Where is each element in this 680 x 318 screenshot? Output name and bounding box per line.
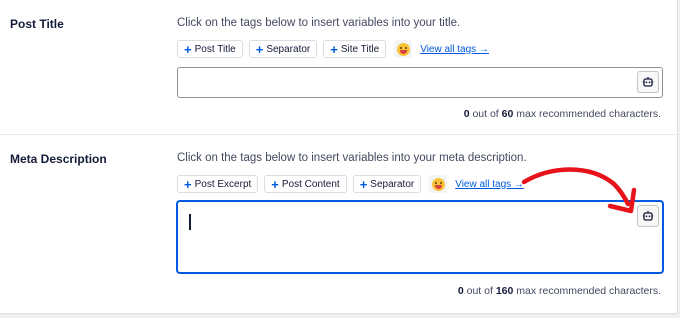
- plus-icon: +: [359, 176, 368, 192]
- meta-description-label: Meta Description: [10, 152, 107, 166]
- seo-settings-panel: Post Title Click on the tags below to in…: [0, 0, 678, 314]
- post-title-input[interactable]: [177, 67, 663, 98]
- plus-icon: +: [255, 41, 264, 57]
- count-max: 60: [501, 108, 514, 120]
- tag-label: Post Excerpt: [194, 178, 252, 190]
- count-mid: out of: [472, 108, 499, 120]
- text-caret: [189, 214, 191, 230]
- meta-description-tags: + Post Excerpt + Post Content + Separator V…: [177, 175, 524, 193]
- tag-label: Separator: [370, 178, 415, 190]
- post-title-label: Post Title: [10, 17, 64, 31]
- ai-generate-button[interactable]: [637, 71, 659, 93]
- post-title-tags: + Post Title + Separator + Site Title View …: [177, 40, 489, 58]
- tag-label: Post Title: [194, 43, 236, 55]
- plus-icon: +: [330, 41, 338, 57]
- red-arrow-icon: [521, 167, 637, 214]
- robot-icon: [642, 211, 654, 221]
- count-suffix: max recommended characters.: [516, 285, 661, 297]
- plus-icon: +: [184, 176, 192, 192]
- tag-post-content-button[interactable]: + Post Content: [264, 175, 347, 193]
- meta-description-char-count: 0 out of 160 max recommended characters.: [458, 285, 661, 297]
- section-divider: [0, 134, 678, 135]
- count-value: 0: [463, 108, 470, 120]
- robot-icon: [642, 77, 654, 87]
- count-max: 160: [495, 285, 514, 297]
- count-suffix: max recommended characters.: [516, 108, 661, 120]
- emoji-picker-icon[interactable]: [429, 175, 448, 193]
- tag-label: Separator: [266, 43, 311, 55]
- tag-label: Site Title: [340, 43, 380, 55]
- tag-separator-button[interactable]: + Separator: [352, 175, 422, 193]
- tag-site-title-button[interactable]: + Site Title: [323, 40, 387, 58]
- tag-post-excerpt-button[interactable]: + Post Excerpt: [177, 175, 259, 193]
- view-all-tags-link[interactable]: View all tags →: [420, 44, 489, 55]
- count-value: 0: [457, 285, 464, 297]
- plus-icon: +: [184, 41, 192, 57]
- post-title-char-count: 0 out of 60 max recommended characters.: [464, 108, 661, 120]
- tag-separator-button[interactable]: + Separator: [248, 40, 318, 58]
- count-mid: out of: [466, 285, 493, 297]
- emoji-picker-icon[interactable]: [394, 40, 413, 58]
- plus-icon: +: [271, 176, 279, 192]
- tag-label: Post Content: [281, 178, 340, 190]
- meta-description-hint: Click on the tags below to insert variab…: [177, 152, 527, 164]
- ai-generate-button[interactable]: [637, 205, 659, 227]
- post-title-hint: Click on the tags below to insert variab…: [177, 17, 461, 29]
- tag-post-title-button[interactable]: + Post Title: [177, 40, 243, 58]
